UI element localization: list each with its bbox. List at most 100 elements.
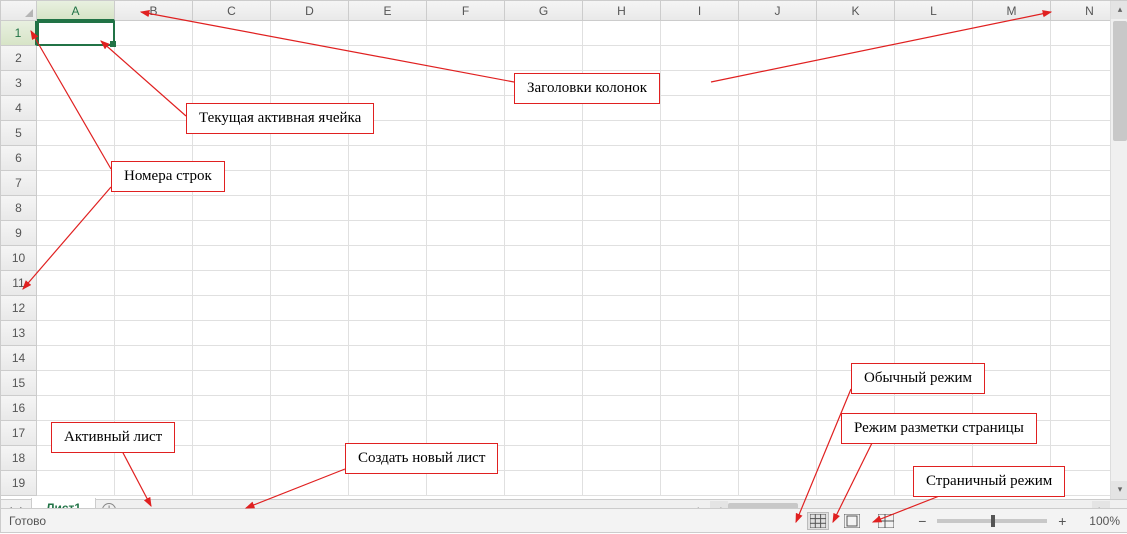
zoom-control[interactable]: − + 100%	[915, 513, 1120, 529]
page-layout-view-button[interactable]	[841, 512, 863, 530]
cell-D9[interactable]	[271, 221, 349, 246]
row-header-5[interactable]: 5	[1, 121, 37, 146]
cell-L15[interactable]	[895, 371, 973, 396]
cell-A14[interactable]	[37, 346, 115, 371]
cell-K3[interactable]	[817, 71, 895, 96]
cell-G15[interactable]	[505, 371, 583, 396]
cell-C18[interactable]	[193, 446, 271, 471]
cell-J18[interactable]	[739, 446, 817, 471]
cell-G2[interactable]	[505, 46, 583, 71]
cell-C7[interactable]	[193, 171, 271, 196]
cell-C12[interactable]	[193, 296, 271, 321]
cell-K4[interactable]	[817, 96, 895, 121]
column-header-L[interactable]: L	[895, 1, 973, 21]
scroll-up-button[interactable]: ▴	[1111, 1, 1127, 19]
cell-E8[interactable]	[349, 196, 427, 221]
cell-F6[interactable]	[427, 146, 505, 171]
cell-D12[interactable]	[271, 296, 349, 321]
cell-K1[interactable]	[817, 21, 895, 46]
cell-D4[interactable]	[271, 96, 349, 121]
row-header-7[interactable]: 7	[1, 171, 37, 196]
cell-I18[interactable]	[661, 446, 739, 471]
cell-E14[interactable]	[349, 346, 427, 371]
cell-A8[interactable]	[37, 196, 115, 221]
cell-C11[interactable]	[193, 271, 271, 296]
column-header-K[interactable]: K	[817, 1, 895, 21]
row-header-9[interactable]: 9	[1, 221, 37, 246]
normal-view-button[interactable]	[807, 512, 829, 530]
column-header-H[interactable]: H	[583, 1, 661, 21]
cell-G11[interactable]	[505, 271, 583, 296]
cell-A19[interactable]	[37, 471, 115, 496]
cell-H13[interactable]	[583, 321, 661, 346]
cell-A6[interactable]	[37, 146, 115, 171]
row-header-18[interactable]: 18	[1, 446, 37, 471]
zoom-out-button[interactable]: −	[915, 513, 929, 529]
cell-M7[interactable]	[973, 171, 1051, 196]
column-header-A[interactable]: A	[37, 1, 115, 21]
cell-C2[interactable]	[193, 46, 271, 71]
cell-L9[interactable]	[895, 221, 973, 246]
cell-B9[interactable]	[115, 221, 193, 246]
cell-F14[interactable]	[427, 346, 505, 371]
cell-M9[interactable]	[973, 221, 1051, 246]
cell-B19[interactable]	[115, 471, 193, 496]
cell-I8[interactable]	[661, 196, 739, 221]
row-header-3[interactable]: 3	[1, 71, 37, 96]
cell-grid[interactable]	[37, 21, 1127, 496]
cell-F4[interactable]	[427, 96, 505, 121]
cell-M18[interactable]	[973, 446, 1051, 471]
cell-C6[interactable]	[193, 146, 271, 171]
cell-C15[interactable]	[193, 371, 271, 396]
cell-E11[interactable]	[349, 271, 427, 296]
cell-E5[interactable]	[349, 121, 427, 146]
cell-D1[interactable]	[271, 21, 349, 46]
cell-F12[interactable]	[427, 296, 505, 321]
cell-C10[interactable]	[193, 246, 271, 271]
cell-M8[interactable]	[973, 196, 1051, 221]
row-header-4[interactable]: 4	[1, 96, 37, 121]
cell-E10[interactable]	[349, 246, 427, 271]
cell-I6[interactable]	[661, 146, 739, 171]
row-header-12[interactable]: 12	[1, 296, 37, 321]
cell-M5[interactable]	[973, 121, 1051, 146]
cell-E18[interactable]	[349, 446, 427, 471]
cell-M15[interactable]	[973, 371, 1051, 396]
cell-M16[interactable]	[973, 396, 1051, 421]
cell-H12[interactable]	[583, 296, 661, 321]
cell-G14[interactable]	[505, 346, 583, 371]
row-header-8[interactable]: 8	[1, 196, 37, 221]
cell-M2[interactable]	[973, 46, 1051, 71]
scroll-down-button[interactable]: ▾	[1111, 481, 1127, 499]
column-header-E[interactable]: E	[349, 1, 427, 21]
cell-D11[interactable]	[271, 271, 349, 296]
cell-L8[interactable]	[895, 196, 973, 221]
cell-B4[interactable]	[115, 96, 193, 121]
cell-J1[interactable]	[739, 21, 817, 46]
cell-A9[interactable]	[37, 221, 115, 246]
cell-E4[interactable]	[349, 96, 427, 121]
cell-J12[interactable]	[739, 296, 817, 321]
column-header-M[interactable]: M	[973, 1, 1051, 21]
cell-K8[interactable]	[817, 196, 895, 221]
cell-D8[interactable]	[271, 196, 349, 221]
cell-I1[interactable]	[661, 21, 739, 46]
cell-K12[interactable]	[817, 296, 895, 321]
cell-K11[interactable]	[817, 271, 895, 296]
cell-A1[interactable]	[37, 21, 115, 46]
cell-D3[interactable]	[271, 71, 349, 96]
cell-I11[interactable]	[661, 271, 739, 296]
cell-G17[interactable]	[505, 421, 583, 446]
cell-F19[interactable]	[427, 471, 505, 496]
cell-K7[interactable]	[817, 171, 895, 196]
cell-L18[interactable]	[895, 446, 973, 471]
cell-I16[interactable]	[661, 396, 739, 421]
cell-H1[interactable]	[583, 21, 661, 46]
cell-A17[interactable]	[37, 421, 115, 446]
cell-J3[interactable]	[739, 71, 817, 96]
cell-L13[interactable]	[895, 321, 973, 346]
cell-H5[interactable]	[583, 121, 661, 146]
cell-J14[interactable]	[739, 346, 817, 371]
cell-D13[interactable]	[271, 321, 349, 346]
cell-K14[interactable]	[817, 346, 895, 371]
